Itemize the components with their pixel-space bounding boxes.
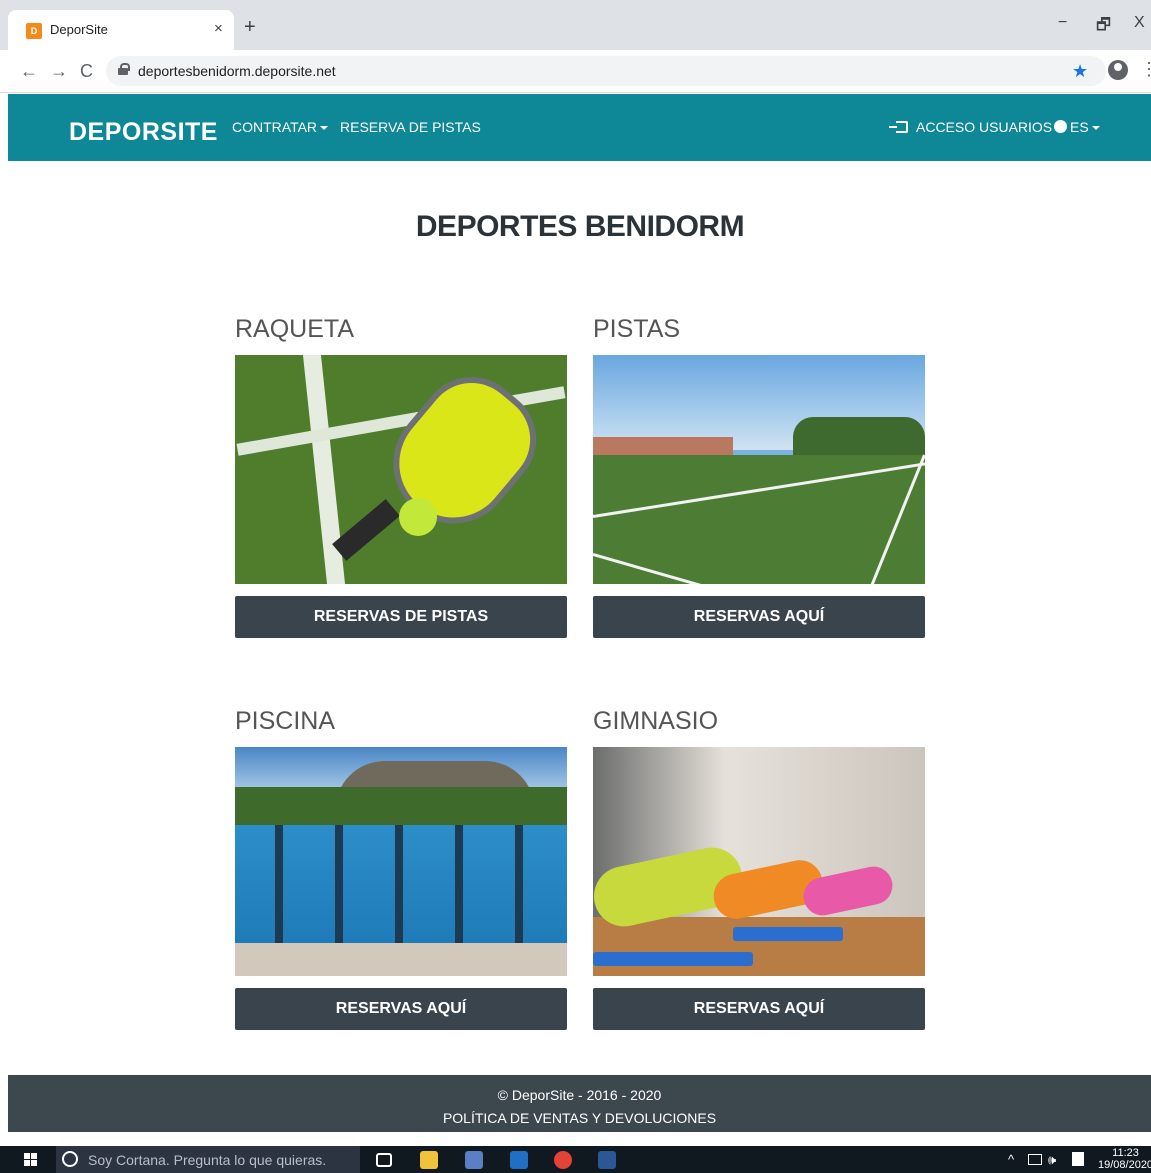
windows-taskbar: Soy Cortana. Pregunta lo que quieras. ^ … bbox=[0, 1146, 1151, 1173]
contratar-dropdown[interactable]: CONTRATAR bbox=[232, 119, 329, 135]
acceso-usuarios-link[interactable]: ACCESO USUARIOS bbox=[889, 119, 1053, 135]
network-tray-icon[interactable] bbox=[1028, 1154, 1042, 1165]
caret-down-icon bbox=[320, 126, 329, 131]
clock-time: 11:23 bbox=[1112, 1147, 1139, 1159]
card-title: PISCINA bbox=[235, 707, 336, 735]
reload-button[interactable]: C bbox=[80, 61, 93, 82]
clock-date: 19/08/2020 bbox=[1098, 1159, 1151, 1171]
card-title: RAQUETA bbox=[235, 315, 354, 343]
caret-down-icon bbox=[1091, 126, 1100, 131]
taskbar-clock[interactable]: 11:23 19/08/2020 bbox=[1098, 1147, 1151, 1171]
browser-tab-strip: D DeporSite × + − 🗗 X bbox=[0, 0, 1151, 50]
site-footer: © DeporSite - 2016 - 2020 POLÍTICA DE VE… bbox=[8, 1075, 1151, 1132]
card-pistas: PISTAS RESERVAS AQUÍ bbox=[593, 315, 925, 638]
url-text[interactable]: deportesbenidorm.deporsite.net bbox=[138, 63, 336, 79]
politica-ventas-link[interactable]: POLÍTICA DE VENTAS Y DEVOLUCIONES bbox=[8, 1110, 1151, 1126]
browser-toolbar: ← → C deportesbenidorm.deporsite.net ★ ⋮ bbox=[0, 50, 1151, 93]
tab-close-button[interactable]: × bbox=[214, 20, 223, 37]
tab-title: DeporSite bbox=[50, 22, 108, 37]
card-title: PISTAS bbox=[593, 315, 681, 343]
volume-tray-icon[interactable]: 🕪 bbox=[1048, 1152, 1056, 1168]
piscina-photo bbox=[235, 747, 567, 976]
cortana-search-box[interactable]: Soy Cortana. Pregunta lo que quieras. bbox=[56, 1146, 360, 1173]
reserva-pistas-link[interactable]: RESERVA DE PISTAS bbox=[340, 119, 481, 135]
minimize-button[interactable]: − bbox=[1058, 14, 1067, 32]
outlook-icon[interactable] bbox=[510, 1151, 528, 1169]
favicon-icon: D bbox=[26, 23, 42, 39]
browser-menu-button[interactable]: ⋮ bbox=[1140, 59, 1151, 80]
language-label: ES bbox=[1070, 119, 1089, 135]
copyright-text: © DeporSite - 2016 - 2020 bbox=[497, 1087, 662, 1103]
network-app-icon[interactable] bbox=[465, 1151, 483, 1169]
card-raqueta: RAQUETA RESERVAS DE PISTAS bbox=[235, 315, 567, 638]
globe-icon bbox=[1054, 120, 1067, 133]
site-logo[interactable]: DEPORSITE bbox=[69, 118, 218, 147]
cortana-placeholder: Soy Cortana. Pregunta lo que quieras. bbox=[88, 1152, 327, 1168]
reservas-aqui-button[interactable]: RESERVAS AQUÍ bbox=[593, 988, 925, 1030]
site-navbar: DEPORSITE CONTRATAR RESERVA DE PISTAS AC… bbox=[8, 94, 1151, 161]
back-button[interactable]: ← bbox=[20, 61, 38, 82]
pistas-photo bbox=[593, 355, 925, 584]
address-bar[interactable]: deportesbenidorm.deporsite.net bbox=[106, 56, 1106, 86]
reservas-aqui-button[interactable]: RESERVAS AQUÍ bbox=[235, 988, 567, 1030]
task-view-icon[interactable] bbox=[376, 1153, 392, 1167]
gimnasio-photo bbox=[593, 747, 925, 976]
word-icon[interactable] bbox=[598, 1151, 616, 1169]
card-title: GIMNASIO bbox=[593, 707, 719, 735]
tray-chevron-icon[interactable]: ^ bbox=[1008, 1152, 1014, 1167]
forward-button[interactable]: → bbox=[50, 61, 68, 82]
close-window-button[interactable]: X bbox=[1134, 14, 1145, 32]
new-tab-button[interactable]: + bbox=[244, 16, 256, 39]
reservas-de-pistas-button[interactable]: RESERVAS DE PISTAS bbox=[235, 596, 567, 638]
browser-tab[interactable]: D DeporSite × bbox=[8, 10, 234, 50]
raqueta-photo bbox=[235, 355, 567, 584]
chrome-icon[interactable] bbox=[554, 1151, 572, 1169]
card-piscina: PISCINA RESERVAS AQUÍ bbox=[235, 707, 567, 1030]
bookmark-star-icon[interactable]: ★ bbox=[1072, 61, 1088, 82]
windows-start-icon[interactable] bbox=[24, 1153, 38, 1167]
lock-icon[interactable] bbox=[118, 63, 130, 75]
file-explorer-icon[interactable] bbox=[420, 1151, 438, 1169]
notifications-icon[interactable] bbox=[1072, 1152, 1084, 1166]
acceso-usuarios-label: ACCESO USUARIOS bbox=[916, 119, 1053, 135]
sign-in-icon bbox=[889, 121, 908, 133]
cortana-icon bbox=[62, 1151, 78, 1167]
reservas-aqui-button[interactable]: RESERVAS AQUÍ bbox=[593, 596, 925, 638]
contratar-label: CONTRATAR bbox=[232, 119, 318, 135]
page-title: DEPORTES BENIDORM bbox=[415, 210, 745, 243]
card-gimnasio: GIMNASIO RESERVAS AQUÍ bbox=[593, 707, 925, 1030]
maximize-button[interactable]: 🗗 bbox=[1096, 14, 1111, 41]
language-dropdown[interactable]: ES bbox=[1054, 119, 1100, 135]
account-icon[interactable] bbox=[1108, 60, 1128, 80]
